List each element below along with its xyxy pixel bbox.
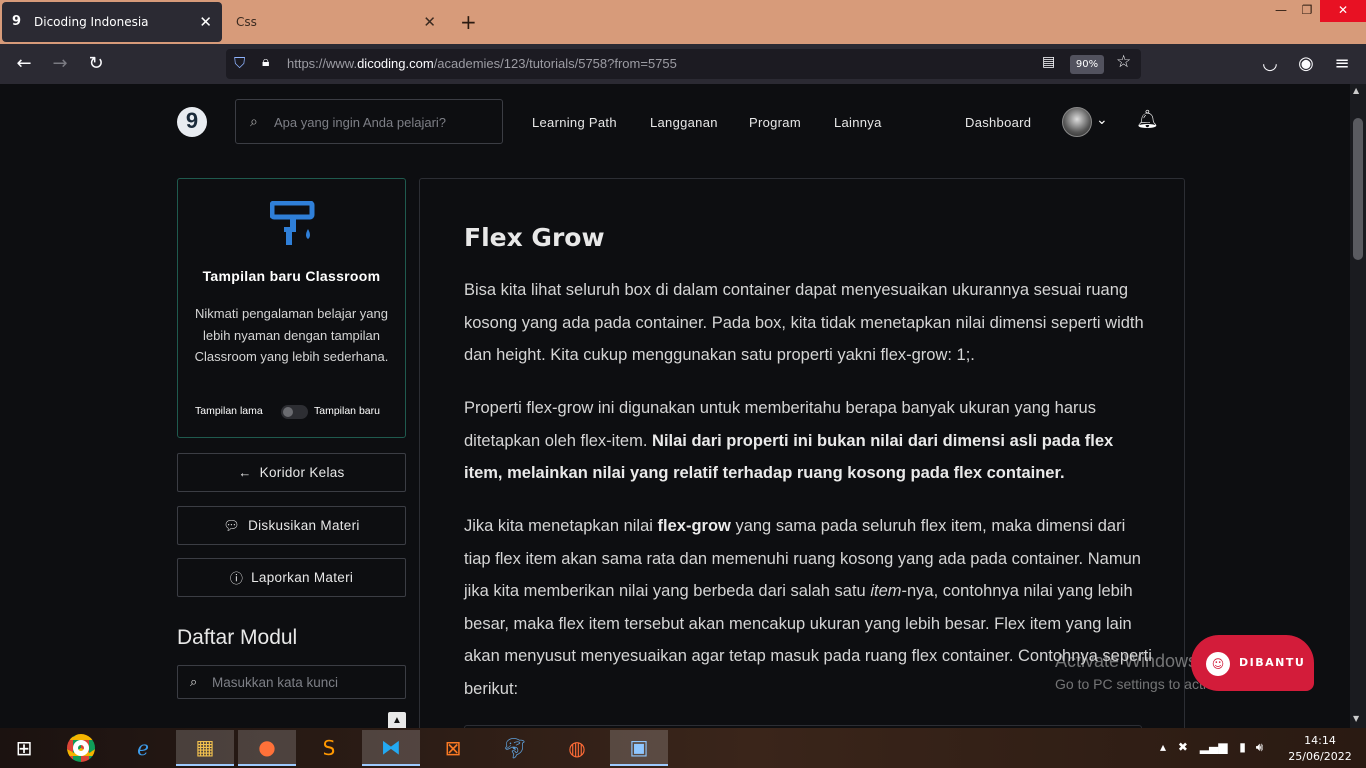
reload-icon[interactable]: ↻: [84, 52, 108, 76]
activate-windows-title: Activate Windows: [1055, 651, 1198, 671]
signal-icon[interactable]: ▂▄▆: [1200, 740, 1228, 754]
arrow-left-icon: ←: [238, 465, 252, 480]
lock-icon[interactable]: 🔒︎: [262, 54, 269, 70]
forward-arrow-icon[interactable]: →: [48, 52, 72, 76]
chevron-down-icon[interactable]: ⌄: [1096, 111, 1108, 128]
dicoding-favicon-icon: 9: [12, 14, 22, 29]
promo-description: Nikmati pengalaman belajar yang lebih ny…: [194, 306, 389, 364]
site-search-input[interactable]: ⌕ Apa yang ingin Anda pelajari?: [235, 99, 503, 144]
laporkan-materi-button[interactable]: ⓘ Laporkan Materi: [177, 558, 406, 597]
sublime-text-icon[interactable]: S: [300, 730, 358, 766]
maximize-window-icon[interactable]: ❐: [1290, 0, 1324, 22]
headset-icon: ☺: [1206, 652, 1230, 676]
help-label: DIBANTU: [1239, 656, 1306, 669]
postman-icon[interactable]: ◍: [548, 730, 606, 766]
help-chat-button[interactable]: ☺ DIBANTU: [1191, 635, 1314, 691]
search-icon: ⌕: [190, 674, 198, 689]
info-circle-icon: ⓘ: [229, 571, 244, 586]
diskusikan-materi-button[interactable]: 💬︎ Diskusikan Materi: [177, 506, 406, 545]
search-icon: ⌕: [250, 113, 258, 129]
dicoding-logo[interactable]: 9: [177, 107, 207, 137]
module-list-title: Daftar Modul: [177, 626, 298, 649]
close-tab-icon[interactable]: ✕: [199, 13, 212, 31]
photos-icon[interactable]: ▣: [610, 730, 668, 766]
web-page: 9 ⌕ Apa yang ingin Anda pelajari? Learni…: [0, 84, 1350, 728]
menu-hamburger-icon[interactable]: ≡: [1330, 52, 1354, 76]
internet-explorer-icon[interactable]: ℯ: [114, 730, 172, 766]
mysql-workbench-icon[interactable]: 🐬︎: [486, 730, 544, 766]
bookmark-star-icon[interactable]: ☆: [1116, 52, 1131, 72]
paragraph-1: Bisa kita lihat seluruh box di dalam con…: [464, 281, 1144, 364]
classroom-promo-card: Tampilan baru Classroom Nikmati pengalam…: [177, 178, 406, 438]
chevron-up-icon[interactable]: ▴: [1160, 740, 1166, 754]
scroll-up-icon[interactable]: ▲: [1353, 86, 1359, 95]
browser-tab-bar: 9 Dicoding Indonesia ✕ Css ✕ + — ❐ ✕: [0, 0, 1366, 44]
reader-view-icon[interactable]: ▤: [1042, 54, 1055, 70]
chrome-icon[interactable]: [52, 730, 110, 766]
search-placeholder: Apa yang ingin Anda pelajari?: [274, 115, 447, 130]
avatar[interactable]: [1062, 107, 1092, 137]
module-search-placeholder: Masukkan kata kunci: [212, 675, 339, 690]
close-tab-icon[interactable]: ✕: [423, 13, 436, 31]
clock-date[interactable]: 25/06/2022: [1284, 750, 1356, 763]
nav-learning-path[interactable]: Learning Path: [532, 115, 617, 130]
module-search-input[interactable]: ⌕ Masukkan kata kunci: [177, 665, 406, 699]
xampp-icon[interactable]: ⊠: [424, 730, 482, 766]
page-scrollbar[interactable]: ▲ ▼: [1350, 84, 1366, 728]
account-icon[interactable]: ◉: [1294, 52, 1318, 76]
vscode-icon[interactable]: ⧓: [362, 730, 420, 766]
url-text[interactable]: https://www.dicoding.com/academies/123/t…: [287, 56, 677, 71]
battery-icon[interactable]: ▮: [1239, 740, 1246, 754]
shield-icon[interactable]: ⛉: [234, 54, 245, 72]
volume-icon[interactable]: 🔊︎: [1256, 740, 1264, 754]
notification-bell-icon[interactable]: 🔔︎: [1136, 109, 1159, 130]
system-tray[interactable]: ▴ ✖ ▂▄▆ ▮ 🔊︎: [1160, 740, 1263, 755]
tab-css[interactable]: Css ✕: [226, 2, 446, 42]
new-tab-icon[interactable]: +: [460, 10, 477, 34]
browser-nav-bar: ← → ↻ ⛉ 🔒︎ https://www.dicoding.com/acad…: [0, 44, 1366, 84]
scrollbar-thumb[interactable]: [1353, 118, 1363, 260]
file-explorer-icon[interactable]: ▦: [176, 730, 234, 766]
tab-dicoding[interactable]: 9 Dicoding Indonesia ✕: [2, 2, 222, 42]
windows-start-icon[interactable]: ⊞: [0, 730, 48, 766]
lesson-title: Flex Grow: [464, 223, 605, 252]
scroll-down-icon[interactable]: ▼: [1353, 714, 1359, 723]
tab-title: Css: [236, 15, 257, 29]
back-arrow-icon[interactable]: ←: [12, 52, 36, 76]
chevron-up-icon[interactable]: ▲: [388, 712, 406, 728]
nav-lainnya[interactable]: Lainnya: [834, 115, 882, 130]
chat-bubble-icon: 💬︎: [223, 517, 241, 533]
koridor-kelas-button[interactable]: ← Koridor Kelas: [177, 453, 406, 492]
pocket-icon[interactable]: ◡: [1258, 52, 1282, 76]
button-label: Diskusikan Materi: [248, 518, 360, 533]
classroom-view-toggle[interactable]: [281, 405, 308, 419]
nav-program[interactable]: Program: [749, 115, 801, 130]
toggle-label-new: Tampilan baru: [314, 405, 380, 417]
nav-langganan[interactable]: Langganan: [650, 115, 718, 130]
tab-title: Dicoding Indonesia: [34, 15, 149, 29]
clock-time[interactable]: 14:14: [1290, 734, 1350, 747]
windows-taskbar: ⊞ ℯ ▦ ● S ⧓ ⊠ 🐬︎ ◍ ▣ ▴ ✖ ▂▄▆ ▮ 🔊︎ 14:14 …: [0, 728, 1366, 768]
promo-title: Tampilan baru Classroom: [202, 268, 381, 284]
firefox-icon[interactable]: ●: [238, 730, 296, 766]
toggle-label-old: Tampilan lama: [195, 405, 263, 417]
url-bar[interactable]: ⛉ 🔒︎ https://www.dicoding.com/academies/…: [226, 49, 1141, 79]
paragraph-2: Properti flex-grow ini digunakan untuk m…: [464, 399, 1114, 482]
close-window-icon[interactable]: ✕: [1320, 0, 1366, 22]
zoom-level-badge[interactable]: 90%: [1070, 55, 1104, 74]
button-label: Laporkan Materi: [251, 570, 354, 585]
paint-roller-icon: [270, 201, 315, 245]
lesson-content: Flex Grow Bisa kita lihat seluruh box di…: [419, 178, 1185, 728]
nav-dashboard[interactable]: Dashboard: [965, 115, 1031, 130]
network-icon[interactable]: ✖: [1178, 740, 1188, 754]
paragraph-3: Jika kita menetapkan nilai flex-grow yan…: [464, 517, 1152, 698]
button-label: Koridor Kelas: [259, 465, 345, 480]
